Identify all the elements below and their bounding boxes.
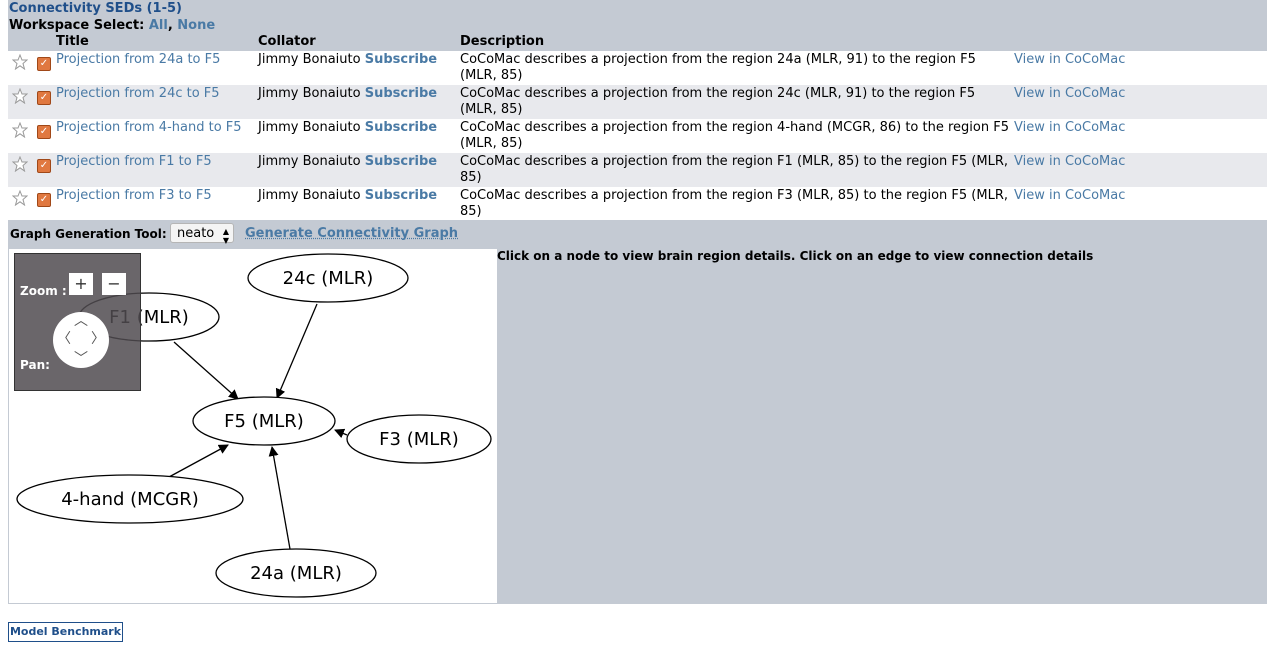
collator: Jimmy Bonaiuto Subscribe (258, 86, 437, 101)
graph-canvas[interactable]: F1 (MLR) 24c (MLR) F5 (MLR) F3 (MLR) 4-hand … (8, 248, 497, 604)
model-benchmark-button[interactable]: Model Benchmark (8, 622, 123, 642)
view-in-cocomac-link[interactable]: View in CoCoMac (1014, 52, 1125, 67)
pan-label: Pan: (20, 358, 50, 372)
subscribe-link[interactable]: Subscribe (365, 120, 437, 135)
pan-right-icon[interactable]: 〉 (91, 332, 105, 346)
sed-title-link[interactable]: Projection from F1 to F5 (56, 154, 212, 169)
graph-node-label: F5 (MLR) (224, 411, 304, 432)
graph-node-label: F3 (MLR) (379, 429, 459, 450)
graph-tool-select[interactable]: neato ▲ ▼ (170, 223, 234, 245)
zoom-out-button[interactable]: − (102, 273, 126, 295)
checkbox-icon[interactable]: ✓ (37, 125, 51, 139)
generate-graph-button[interactable]: Generate Connectivity Graph (245, 226, 458, 241)
view-in-cocomac-link[interactable]: View in CoCoMac (1014, 154, 1125, 169)
collator-name: Jimmy Bonaiuto (258, 86, 361, 101)
sed-title-link[interactable]: Projection from 24c to F5 (56, 86, 220, 101)
column-header-title: Title (56, 34, 89, 49)
star-icon[interactable] (12, 190, 28, 206)
graph-edge-24a-to-f5[interactable] (268, 446, 291, 550)
graph-edge-f1-to-f5[interactable] (173, 341, 239, 400)
details-pane: Click on a node to view brain region det… (497, 248, 1267, 604)
graph-node-24a[interactable]: 24a (MLR) (215, 548, 377, 598)
checkbox-icon[interactable]: ✓ (37, 193, 51, 207)
star-icon[interactable] (12, 156, 28, 172)
sed-title-link[interactable]: Projection from 4-hand to F5 (56, 120, 242, 135)
graph-tool-selected: neato (177, 226, 215, 241)
table-row: ✓ Projection from F3 to F5 Jimmy Bonaiuto … (8, 187, 1267, 221)
table-row: ✓ Projection from F1 to F5 Jimmy Bonaiuto … (8, 153, 1267, 187)
subscribe-link[interactable]: Subscribe (365, 154, 437, 169)
collator: Jimmy Bonaiuto Subscribe (258, 120, 437, 135)
select-arrows-icon: ▲ ▼ (222, 227, 229, 245)
subscribe-link[interactable]: Subscribe (365, 188, 437, 203)
column-header-description: Description (460, 34, 545, 49)
workspace-select-label: Workspace Select: (9, 18, 145, 33)
view-in-cocomac-link[interactable]: View in CoCoMac (1014, 120, 1125, 135)
graph-tool-bar: Graph Generation Tool: neato ▲ ▼ Generate… (8, 220, 1267, 248)
view-in-cocomac-link[interactable]: View in CoCoMac (1014, 86, 1125, 101)
table-row: ✓ Projection from 4-hand to F5 Jimmy Bonai… (8, 119, 1267, 153)
select-all-link[interactable]: All (149, 18, 168, 33)
pan-left-icon[interactable]: 〈 (57, 332, 71, 346)
graph-node-label: 24a (MLR) (250, 563, 342, 584)
column-header-collator: Collator (258, 34, 316, 49)
star-icon[interactable] (12, 122, 28, 138)
star-icon[interactable] (12, 88, 28, 104)
star-icon[interactable] (12, 54, 28, 70)
subscribe-link[interactable]: Subscribe (365, 86, 437, 101)
zoom-in-button[interactable]: + (69, 273, 93, 295)
zoom-label: Zoom : (20, 284, 67, 298)
graph-node-24c[interactable]: 24c (MLR) (247, 253, 409, 303)
select-none-link[interactable]: None (177, 18, 215, 33)
description: CoCoMac describes a projection from the … (460, 120, 1009, 151)
collator-name: Jimmy Bonaiuto (258, 154, 361, 169)
graph-edge-4hand-to-f5[interactable] (168, 444, 229, 478)
graph-edge-24c-to-f5[interactable] (275, 303, 318, 399)
description: CoCoMac describes a projection from the … (460, 52, 976, 83)
pan-control[interactable]: ︿ ﹀ 〈 〉 (53, 312, 109, 368)
zoom-pan-control: Zoom : + − ︿ ﹀ 〈 〉 Pan: (14, 253, 141, 391)
graph-node-label: 4-hand (MCGR) (61, 489, 199, 510)
description: CoCoMac describes a projection from the … (460, 154, 1008, 185)
view-in-cocomac-link[interactable]: View in CoCoMac (1014, 188, 1125, 203)
checkbox-icon[interactable]: ✓ (37, 57, 51, 71)
collator-name: Jimmy Bonaiuto (258, 188, 361, 203)
sed-title-link[interactable]: Projection from 24a to F5 (56, 52, 220, 67)
table-row: ✓ Projection from 24c to F5 Jimmy Bonaiuto… (8, 85, 1267, 119)
pan-up-icon[interactable]: ︿ (74, 314, 88, 328)
collator-name: Jimmy Bonaiuto (258, 120, 361, 135)
graph-node-4hand[interactable]: 4-hand (MCGR) (16, 474, 244, 524)
graph-node-label: 24c (MLR) (283, 268, 374, 289)
description: CoCoMac describes a projection from the … (460, 86, 976, 117)
graph-node-f5[interactable]: F5 (MLR) (192, 396, 336, 446)
graph-tool-label: Graph Generation Tool: (10, 227, 167, 241)
collator: Jimmy Bonaiuto Subscribe (258, 154, 437, 169)
workspace-select: Workspace Select: All, None (9, 18, 216, 33)
graph-edge-f3-to-f5[interactable] (334, 428, 348, 439)
graph-node-f3[interactable]: F3 (MLR) (346, 414, 492, 464)
page-title: Connectivity SEDs (1-5) (9, 1, 182, 16)
graph-hint: Click on a node to view brain region det… (497, 249, 1094, 263)
subscribe-link[interactable]: Subscribe (365, 52, 437, 67)
collator: Jimmy Bonaiuto Subscribe (258, 52, 437, 67)
table-row: ✓ Projection from 24a to F5 Jimmy Bonaiuto… (8, 51, 1267, 85)
sed-title-link[interactable]: Projection from F3 to F5 (56, 188, 212, 203)
checkbox-icon[interactable]: ✓ (37, 91, 51, 105)
collator-name: Jimmy Bonaiuto (258, 52, 361, 67)
pan-down-icon[interactable]: ﹀ (74, 352, 88, 366)
collator: Jimmy Bonaiuto Subscribe (258, 188, 437, 203)
checkbox-icon[interactable]: ✓ (37, 159, 51, 173)
description: CoCoMac describes a projection from the … (460, 188, 1008, 219)
